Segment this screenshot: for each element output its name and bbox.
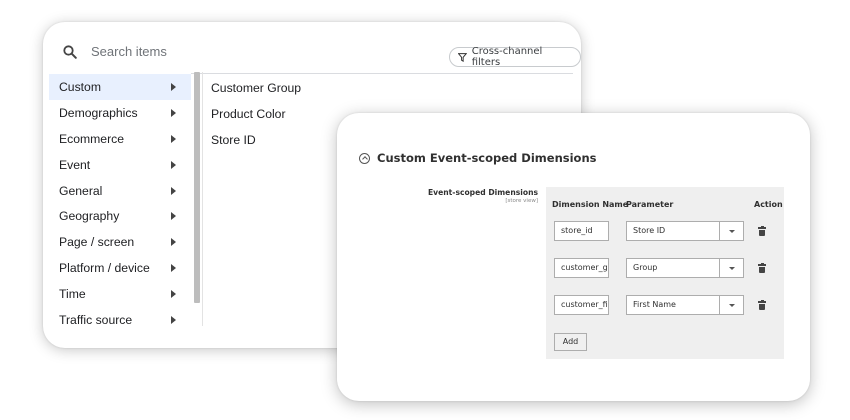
section-title: Custom Event-scoped Dimensions bbox=[377, 151, 597, 165]
category-scrollbar[interactable] bbox=[194, 72, 200, 303]
category-item[interactable]: Event bbox=[49, 152, 191, 178]
trash-icon[interactable] bbox=[758, 226, 766, 236]
dropdown-arrow-icon[interactable] bbox=[719, 222, 743, 240]
chevron-right-icon bbox=[171, 134, 176, 143]
category-label: Ecommerce bbox=[59, 131, 125, 146]
parameter-value: Group bbox=[633, 263, 658, 272]
custom-dimensions-config-panel: Custom Event-scoped Dimensions Event-sco… bbox=[337, 113, 810, 401]
chevron-right-icon bbox=[171, 186, 176, 195]
category-item[interactable]: Geography bbox=[49, 203, 191, 229]
search-input[interactable]: Search items bbox=[91, 44, 167, 59]
dimension-name-input[interactable]: store_id bbox=[554, 221, 609, 241]
category-label: Traffic source bbox=[59, 312, 133, 327]
category-label: Demographics bbox=[59, 105, 138, 120]
chevron-right-icon bbox=[171, 108, 176, 117]
trash-icon[interactable] bbox=[758, 300, 766, 310]
dropdown-arrow-icon[interactable] bbox=[719, 296, 743, 314]
filter-label: Cross-channel filters bbox=[471, 46, 543, 68]
cross-channel-filters-button[interactable]: Cross-channel filters bbox=[449, 46, 581, 68]
search-icon[interactable] bbox=[63, 44, 77, 59]
field-scope: [store view] bbox=[505, 198, 538, 204]
chevron-right-icon bbox=[171, 160, 176, 169]
collapse-circle-icon[interactable] bbox=[359, 152, 370, 164]
header-dimension-name: Dimension Name bbox=[552, 200, 629, 209]
category-item[interactable]: Traffic source bbox=[49, 307, 191, 333]
filter-funnel-icon bbox=[458, 52, 467, 62]
chevron-right-icon bbox=[171, 290, 176, 299]
category-label: Event bbox=[59, 157, 91, 172]
chevron-right-icon bbox=[171, 238, 176, 247]
category-label: Custom bbox=[59, 79, 101, 94]
field-label: Event-scoped Dimensions [store view] bbox=[428, 188, 538, 205]
category-item[interactable]: Time bbox=[49, 281, 191, 307]
category-label: Geography bbox=[59, 209, 120, 224]
dimension-name-input[interactable]: customer_fi bbox=[554, 295, 609, 315]
category-item[interactable]: Ecommerce bbox=[49, 126, 191, 152]
dimension-item[interactable]: Store ID bbox=[211, 127, 301, 153]
category-item[interactable]: Custom bbox=[49, 74, 191, 100]
parameter-select[interactable]: Group bbox=[626, 258, 744, 278]
section-header[interactable]: Custom Event-scoped Dimensions bbox=[359, 151, 596, 165]
category-label: Time bbox=[59, 287, 86, 302]
parameter-select[interactable]: First Name bbox=[626, 295, 744, 315]
chevron-right-icon bbox=[171, 82, 176, 91]
chevron-right-icon bbox=[171, 264, 176, 273]
parameter-select[interactable]: Store ID bbox=[626, 221, 744, 241]
dimension-item[interactable]: Customer Group bbox=[211, 75, 301, 101]
dimension-name-input[interactable]: customer_g bbox=[554, 258, 609, 278]
dimensions-table: Dimension Name Parameter Action Add stor… bbox=[546, 187, 784, 359]
column-divider bbox=[202, 72, 203, 326]
category-list: Custom Demographics Ecommerce Event General G… bbox=[49, 74, 191, 333]
dropdown-arrow-icon[interactable] bbox=[719, 259, 743, 277]
category-item[interactable]: Platform / device bbox=[49, 255, 191, 281]
category-label: General bbox=[59, 183, 103, 198]
category-item[interactable]: General bbox=[49, 178, 191, 204]
parameter-value: Store ID bbox=[633, 226, 666, 235]
chevron-right-icon bbox=[171, 212, 176, 221]
parameter-value: First Name bbox=[633, 300, 676, 309]
field-label-text: Event-scoped Dimensions bbox=[427, 188, 538, 197]
category-item[interactable]: Page / screen bbox=[49, 229, 191, 255]
add-button[interactable]: Add bbox=[554, 333, 587, 351]
header-parameter: Parameter bbox=[626, 200, 674, 209]
header-action: Action bbox=[754, 200, 783, 209]
item-list: Customer Group Product Color Store ID bbox=[211, 75, 301, 153]
trash-icon[interactable] bbox=[758, 263, 766, 273]
dimension-item[interactable]: Product Color bbox=[211, 101, 301, 127]
search-bar[interactable]: Search items bbox=[63, 44, 167, 59]
category-item[interactable]: Demographics bbox=[49, 100, 191, 126]
category-label: Platform / device bbox=[59, 261, 150, 276]
category-label: Page / screen bbox=[59, 235, 135, 250]
header-divider bbox=[191, 73, 573, 74]
chevron-right-icon bbox=[171, 315, 176, 324]
